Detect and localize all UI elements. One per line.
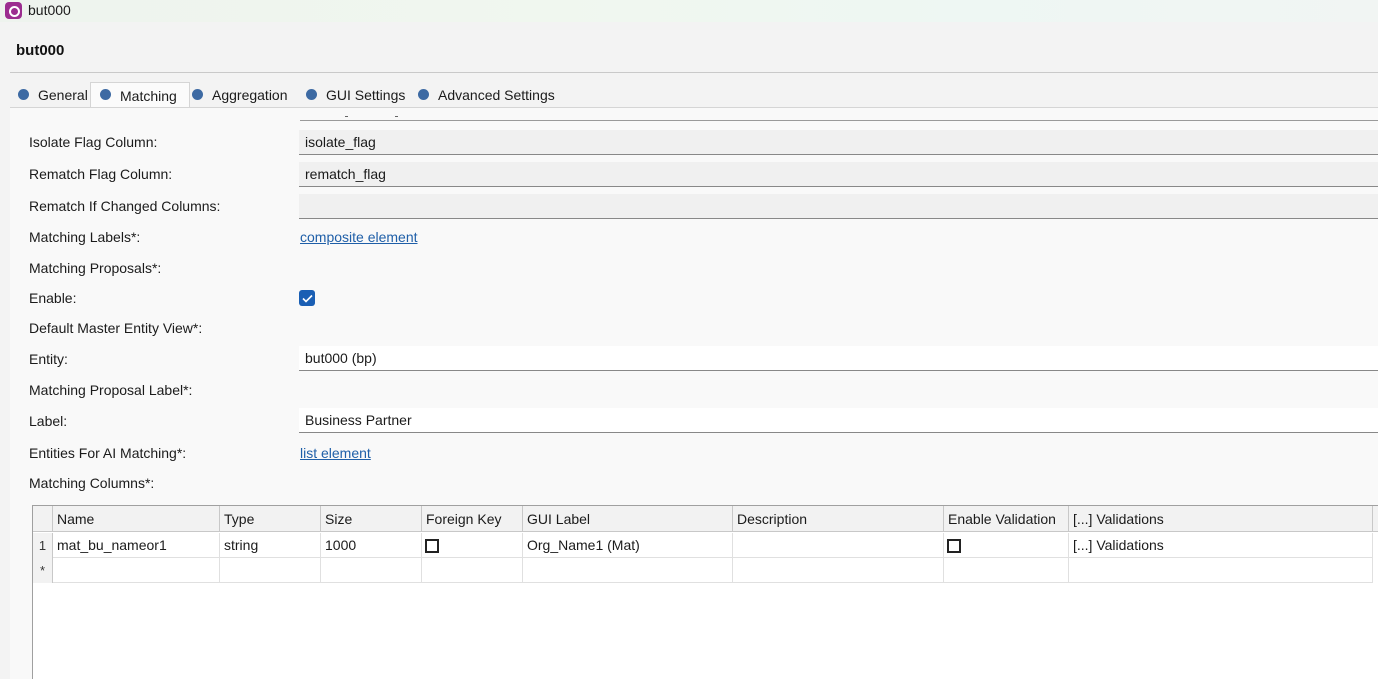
rematch-if-changed-label: Rematch If Changed Columns: [29, 198, 221, 214]
cell-foreign-key[interactable] [422, 558, 523, 583]
cell-description[interactable] [733, 558, 944, 583]
default-master-entity-view-label: Default Master Entity View*: [29, 320, 203, 336]
cell-type[interactable] [220, 558, 321, 583]
tab-dot-icon [418, 88, 429, 100]
editor-title: but000 [16, 42, 65, 59]
new-row-marker: * [33, 558, 53, 583]
matching-proposal-label-label: Matching Proposal Label*: [29, 382, 193, 398]
entity-input[interactable]: but000 (bp) [299, 346, 1378, 371]
label-input[interactable]: Business Partner [299, 408, 1378, 433]
rematch-if-changed-input[interactable] [299, 194, 1378, 219]
cell-description[interactable] [733, 533, 944, 558]
label-label: Label: [29, 413, 68, 429]
enable-checkbox[interactable] [299, 290, 315, 306]
matching-columns-label: Matching Columns*: [29, 475, 155, 491]
scrolled-glyph [345, 116, 348, 117]
entity-label: Entity: [29, 351, 68, 367]
grid-corner [33, 506, 53, 532]
cell-gui-label[interactable] [523, 558, 733, 583]
foreign-key-checkbox[interactable] [425, 539, 439, 553]
column-header-size[interactable]: Size [321, 506, 422, 532]
cell-type[interactable]: string [220, 533, 321, 558]
new-row[interactable]: * [33, 558, 1373, 583]
column-header-name[interactable]: Name [53, 506, 220, 532]
isolate-flag-label: Isolate Flag Column: [29, 134, 158, 150]
entities-for-ai-link[interactable]: list element [300, 445, 371, 461]
tab-aggregation[interactable]: Aggregation [192, 82, 288, 108]
table-row[interactable]: 1 mat_bu_nameor1 string 1000 Org_Name1 (… [33, 533, 1373, 558]
entities-for-ai-label: Entities For AI Matching*: [29, 445, 187, 461]
matching-proposals-label: Matching Proposals*: [29, 260, 162, 276]
enable-label: Enable: [29, 290, 77, 306]
tab-dot-icon [100, 89, 111, 100]
row-number: 1 [33, 533, 53, 558]
column-header-description[interactable]: Description [733, 506, 944, 532]
matching-labels-label: Matching Labels*: [29, 229, 141, 245]
tab-label: Matching [120, 87, 177, 104]
column-header-enable-validation[interactable]: Enable Validation [944, 506, 1069, 532]
tab-gui-settings[interactable]: GUI Settings [306, 82, 405, 108]
column-header-validations[interactable]: [...] Validations [1069, 506, 1373, 532]
header-divider [10, 72, 1378, 73]
tab-dot-icon [306, 88, 317, 100]
tab-label: GUI Settings [326, 87, 406, 103]
tab-label: Aggregation [212, 87, 288, 103]
cell-name[interactable]: mat_bu_nameor1 [53, 533, 220, 558]
column-header-foreign-key[interactable]: Foreign Key [422, 506, 523, 532]
cell-foreign-key[interactable] [422, 533, 523, 558]
cell-enable-validation[interactable] [944, 558, 1069, 583]
tab-dot-icon [192, 88, 203, 100]
rematch-flag-label: Rematch Flag Column: [29, 166, 173, 182]
cell-enable-validation[interactable] [944, 533, 1069, 558]
cell-name[interactable] [53, 558, 220, 583]
column-header-gui-label[interactable]: GUI Label [523, 506, 733, 532]
rematch-flag-input[interactable]: rematch_flag [299, 162, 1378, 187]
scrolled-field-edge [300, 120, 1378, 121]
column-header-type[interactable]: Type [220, 506, 321, 532]
window-titlebar: but000 [0, 0, 1378, 22]
app-icon [5, 2, 22, 19]
tab-matching[interactable]: Matching [90, 82, 190, 108]
cell-size[interactable] [321, 558, 422, 583]
scrolled-glyph [395, 116, 398, 117]
check-icon [301, 294, 313, 303]
cell-validations[interactable]: [...] Validations [1069, 533, 1373, 558]
cell-gui-label[interactable]: Org_Name1 (Mat) [523, 533, 733, 558]
grid-header: Name Type Size Foreign Key GUI Label Des… [33, 506, 1378, 532]
cell-validations[interactable] [1069, 558, 1373, 583]
enable-validation-checkbox[interactable] [947, 539, 961, 553]
matching-labels-link[interactable]: composite element [300, 229, 418, 245]
tab-dot-icon [18, 88, 29, 100]
tab-label: General [38, 87, 88, 103]
tab-label: Advanced Settings [438, 87, 555, 103]
window-title: but000 [28, 2, 71, 18]
tab-general[interactable]: General [18, 82, 88, 108]
tab-advanced-settings[interactable]: Advanced Settings [418, 82, 555, 108]
cell-size[interactable]: 1000 [321, 533, 422, 558]
matching-columns-grid: Name Type Size Foreign Key GUI Label Des… [32, 505, 1378, 679]
tab-bar: General Matching Aggregation GUI Setting… [10, 82, 1378, 108]
isolate-flag-input[interactable]: isolate_flag [299, 130, 1378, 155]
